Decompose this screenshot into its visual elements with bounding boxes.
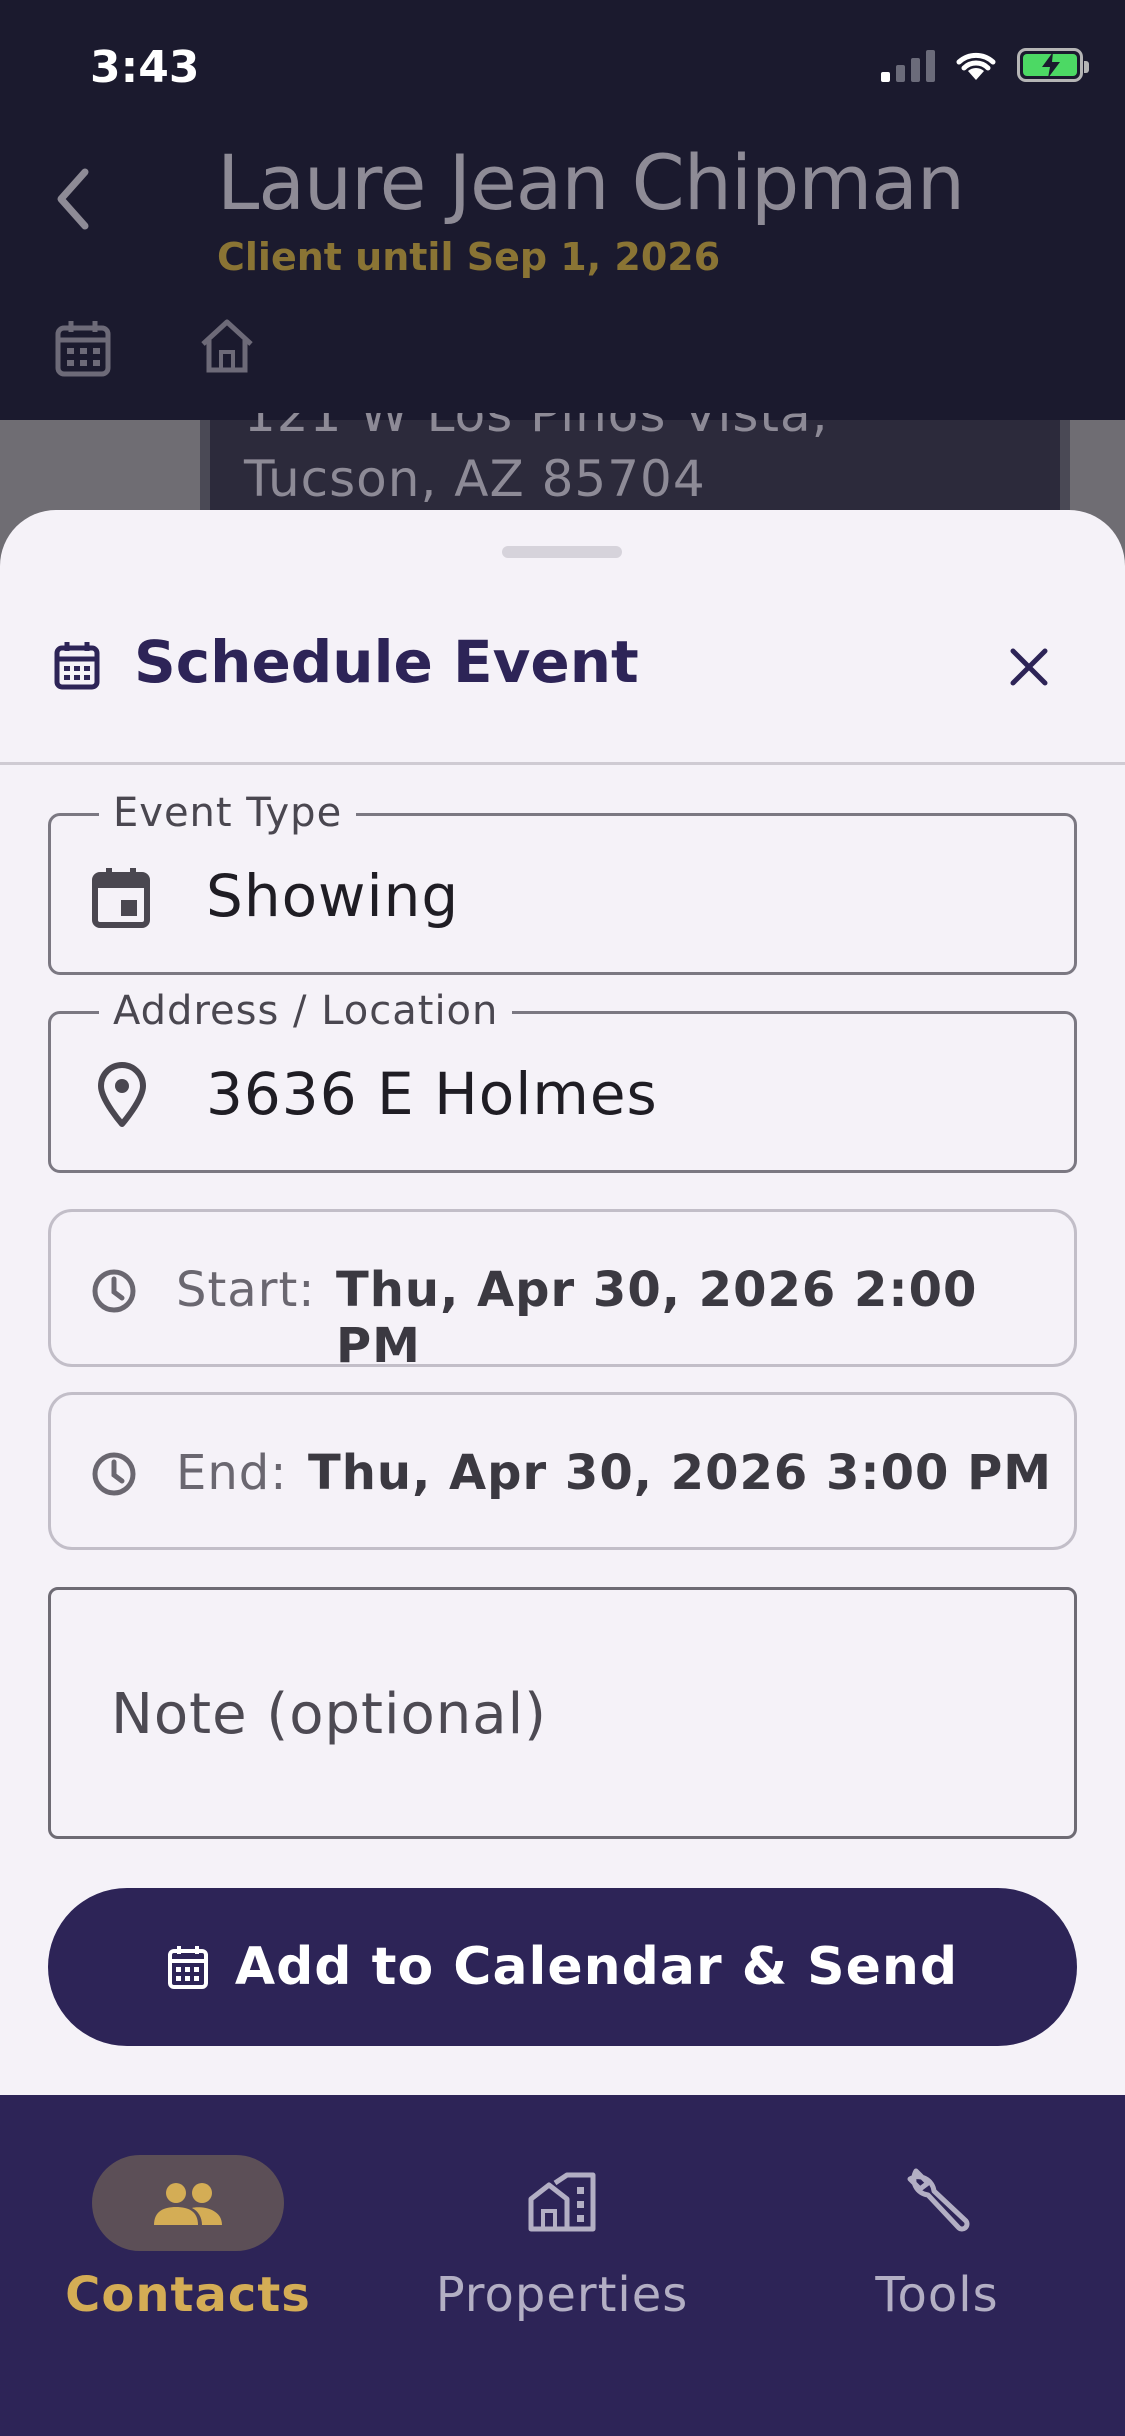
event-type-label: Event Type	[99, 790, 357, 836]
nav-label-contacts: Contacts	[65, 2267, 311, 2323]
cellular-signal-icon	[881, 48, 935, 82]
clock-icon	[92, 1269, 136, 1313]
calendar-icon	[54, 642, 100, 690]
nav-label-properties: Properties	[435, 2267, 689, 2323]
start-time-picker[interactable]: Start: Thu, Apr 30, 2026 2:00 PM	[48, 1209, 1077, 1374]
status-icons	[881, 48, 1089, 82]
divider	[0, 762, 1125, 765]
calendar-icon[interactable]	[54, 318, 112, 378]
start-label: Start:	[176, 1262, 316, 1318]
close-icon[interactable]	[1005, 643, 1053, 691]
location-field[interactable]: Address / Location 3636 E Holmes	[48, 988, 1077, 1173]
screen: 3:43 Laure Jean Chipman Client until Sep…	[0, 0, 1125, 2436]
add-to-calendar-send-button[interactable]: Add to Calendar & Send	[48, 1888, 1077, 2046]
event-type-field[interactable]: Event Type Showing	[48, 790, 1077, 975]
location-label: Address / Location	[99, 988, 513, 1034]
calendar-icon	[167, 1946, 208, 1989]
end-value: Thu, Apr 30, 2026 3:00 PM	[308, 1445, 1053, 1501]
cta-label: Add to Calendar & Send	[234, 1937, 959, 1997]
battery-charging-icon	[1017, 48, 1089, 82]
wifi-icon	[956, 52, 996, 80]
nav-item-properties[interactable]: Properties	[422, 2125, 702, 2345]
nav-item-tools[interactable]: Tools	[797, 2125, 1077, 2345]
end-time-picker[interactable]: End: Thu, Apr 30, 2026 3:00 PM	[48, 1392, 1077, 1550]
clock-icon	[92, 1452, 136, 1496]
note-field[interactable]: Note (optional)	[48, 1587, 1077, 1839]
event-type-value: Showing	[206, 862, 460, 930]
people-icon	[154, 2183, 222, 2225]
status-time: 3:43	[90, 42, 200, 93]
note-placeholder: Note (optional)	[111, 1682, 548, 1747]
nav-item-contacts[interactable]: Contacts	[48, 2125, 328, 2345]
start-value: Thu, Apr 30, 2026 2:00 PM	[336, 1262, 978, 1374]
back-chevron-icon[interactable]	[55, 168, 91, 230]
bottom-nav: Contacts Properties Tools	[0, 2095, 1125, 2436]
address-line2: Tucson, AZ 85704	[244, 450, 706, 508]
calendar-event-icon	[92, 868, 150, 928]
nav-label-tools: Tools	[875, 2267, 999, 2323]
location-value: 3636 E Holmes	[206, 1060, 658, 1128]
contact-header: 3:43 Laure Jean Chipman Client until Sep…	[0, 0, 1125, 420]
buildings-icon	[528, 2172, 596, 2232]
sheet-title: Schedule Event	[134, 628, 639, 696]
schedule-event-sheet: Schedule Event Event Type Showing Addres…	[0, 510, 1125, 2095]
drag-handle[interactable]	[502, 546, 622, 558]
location-pin-icon	[98, 1062, 146, 1127]
wrench-icon	[907, 2168, 970, 2232]
end-label: End:	[176, 1445, 288, 1501]
contact-name: Laure Jean Chipman	[217, 138, 965, 227]
client-until: Client until Sep 1, 2026	[217, 235, 721, 279]
home-icon[interactable]	[197, 316, 257, 374]
